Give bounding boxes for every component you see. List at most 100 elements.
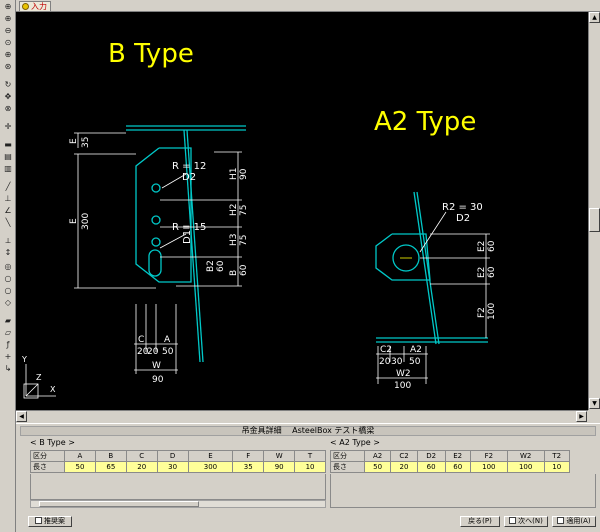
function-icon[interactable]: ƒ — [2, 340, 14, 350]
scroll-thumb[interactable] — [589, 208, 600, 232]
b-label-60b: 60 — [239, 264, 249, 276]
a2-label-f2: F2 — [477, 307, 487, 318]
hatch-icon[interactable]: ▰ — [2, 316, 14, 326]
b-row-label: 長さ — [30, 461, 65, 473]
b-value-cell[interactable]: 35 — [232, 461, 265, 473]
scroll-down-icon[interactable]: ▼ — [589, 398, 600, 409]
b-value-cell[interactable]: 50 — [64, 461, 96, 473]
snap-icon[interactable]: ◇ — [2, 298, 14, 308]
cad-canvas[interactable]: B Type A2 Type E 35 E 300 R = 12 D2 R = … — [16, 12, 588, 410]
circle2-icon[interactable]: ○ — [2, 274, 14, 284]
zoom-window-icon[interactable]: ⊙ — [2, 38, 14, 48]
a2-label-a2: A2 — [410, 345, 422, 355]
apply-button-label: 適用(A) — [566, 517, 591, 525]
b-type-title: B Type — [108, 39, 194, 69]
a2-value-cell[interactable]: 100 — [506, 461, 545, 473]
horizontal-scrollbar[interactable]: ◀ ▶ — [16, 410, 588, 422]
pan-icon[interactable]: ✥ — [2, 92, 14, 102]
b-table-empty-area — [30, 474, 326, 500]
tab-input[interactable]: 入力 — [19, 1, 51, 11]
a2-value-cell[interactable]: 10 — [543, 461, 571, 473]
vertical-scrollbar[interactable]: ▲ ▼ — [588, 12, 600, 410]
a2-col-header: C2 — [390, 450, 418, 462]
b-col-header: D — [156, 450, 189, 462]
color-icon[interactable]: ▤ — [2, 152, 14, 162]
b-value-cell[interactable]: 65 — [94, 461, 127, 473]
a2-value-cell[interactable]: 100 — [469, 461, 508, 473]
scroll-right-icon[interactable]: ▶ — [576, 411, 587, 422]
back-button[interactable]: 戻る(P) — [460, 516, 500, 527]
a2-value-cell[interactable]: 60 — [416, 461, 446, 473]
scroll-left-icon[interactable]: ◀ — [16, 411, 27, 422]
zoom-out-icon[interactable]: ⊖ — [2, 26, 14, 36]
b-hole-1 — [151, 183, 161, 193]
redraw-icon[interactable]: ⊗ — [2, 104, 14, 114]
b-value-cell[interactable]: 10 — [294, 461, 326, 473]
b-label-e-big: E — [69, 218, 79, 224]
suggest-button[interactable]: 推奨案 — [28, 516, 72, 527]
dimension-icon[interactable]: ↕ — [2, 248, 14, 258]
b-value-cell[interactable]: 30 — [156, 461, 189, 473]
measure-icon[interactable]: ⟂ — [2, 236, 14, 246]
next-button[interactable]: 次へ(N) — [504, 516, 548, 527]
circle3-icon[interactable]: ○ — [2, 286, 14, 296]
b-label-a: A — [164, 335, 171, 345]
move-icon[interactable]: ✛ — [2, 122, 14, 132]
print-icon[interactable]: ▥ — [2, 164, 14, 174]
b-table-scrollbar[interactable] — [30, 500, 326, 508]
zoom-in-icon[interactable]: ⊕ — [2, 14, 14, 24]
b-value-cell[interactable]: 300 — [187, 461, 234, 473]
a2-col-header: W2 — [506, 450, 545, 462]
a2-value-cell[interactable]: 20 — [390, 461, 418, 473]
perpendicular-icon[interactable]: ⊥ — [2, 194, 14, 204]
apply-button[interactable]: 適用(A) — [552, 516, 596, 527]
b-table-scroll-thumb[interactable] — [39, 501, 199, 507]
b-value-cell[interactable]: 90 — [263, 461, 296, 473]
a2-value-cell[interactable]: 60 — [444, 461, 471, 473]
cad-drawing: B Type A2 Type E 35 E 300 R = 12 D2 R = … — [21, 39, 497, 399]
a2-type-table: 区分 A2 C2 D2 E2 F2 W2 T2 長さ 50 20 60 60 1… — [330, 450, 571, 473]
b-hole-3 — [151, 237, 161, 247]
suggest-icon — [35, 517, 42, 524]
layer-icon[interactable]: ▬ — [2, 140, 14, 150]
b-type-group-header: < B Type > — [30, 438, 75, 447]
b-value-cell[interactable]: 20 — [125, 461, 158, 473]
b-label-75b: 75 — [239, 235, 249, 246]
a2-value-cell[interactable]: 50 — [363, 461, 392, 473]
line-icon[interactable]: ╱ — [2, 182, 14, 192]
arrow-icon[interactable]: ↳ — [2, 364, 14, 374]
a2-table-header-row: 区分 A2 C2 D2 E2 F2 W2 T2 — [330, 450, 571, 462]
a2-label-100: 100 — [487, 303, 497, 320]
slash-icon[interactable]: ╲ — [2, 218, 14, 228]
b-label-300: 300 — [81, 213, 91, 230]
a2-col-header: 区分 — [330, 450, 365, 462]
b-slot — [148, 249, 162, 277]
b-col-header: C — [125, 450, 158, 462]
tab-strip: 入力 — [16, 0, 600, 12]
zoom-all-icon[interactable]: ⊕ — [2, 50, 14, 60]
circle-icon[interactable]: ◎ — [2, 262, 14, 272]
left-toolbar: ⊕ ⊕ ⊖ ⊙ ⊕ ⊛ ↻ ✥ ⊗ ✛ ▬ ▤ ▥ ╱ ⊥ ∠ ╲ ⟂ ↕ ◎ … — [0, 0, 16, 532]
select-icon[interactable]: ⊕ — [2, 2, 14, 12]
a2-col-header: F2 — [469, 450, 508, 462]
b-type-table: 区分 A B C D E F W T 長さ 50 65 20 30 300 35… — [30, 450, 326, 473]
svg-text:Z: Z — [36, 373, 42, 382]
a2-label-60a: 60 — [487, 240, 497, 252]
apply-icon — [557, 517, 565, 524]
scroll-up-icon[interactable]: ▲ — [589, 12, 600, 23]
next-button-label: 次へ(N) — [518, 517, 543, 525]
b-label-h3: H3 — [229, 234, 239, 247]
zoom-fit-icon[interactable]: ⊛ — [2, 62, 14, 72]
b-table-header-row: 区分 A B C D E F W T — [30, 450, 326, 462]
a2-label-60b: 60 — [487, 266, 497, 278]
block-icon[interactable]: ▱ — [2, 328, 14, 338]
rotate-icon[interactable]: ↻ — [2, 80, 14, 90]
b-label-r12: R = 12 — [172, 161, 206, 172]
b-col-header: W — [263, 450, 296, 462]
a2-row-label: 長さ — [330, 461, 365, 473]
angle-icon[interactable]: ∠ — [2, 206, 14, 216]
a2-label-r30: R2 = 30 — [442, 202, 483, 213]
plus-icon[interactable]: + — [2, 352, 14, 362]
a2-label-20: 20 — [379, 357, 391, 367]
b-label-d1: D1 — [182, 230, 193, 244]
